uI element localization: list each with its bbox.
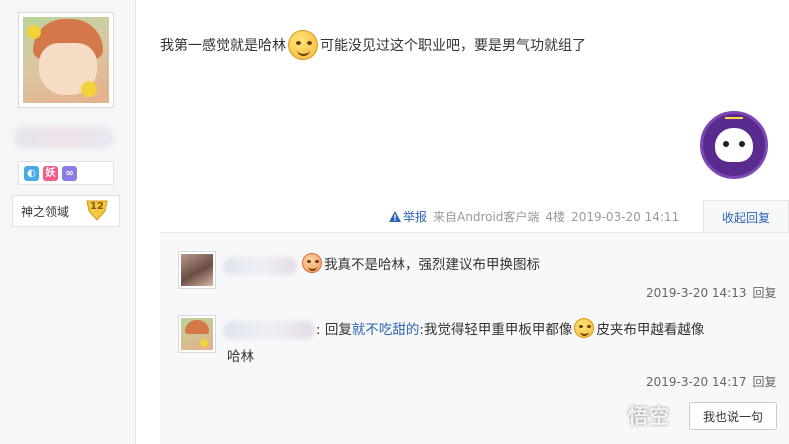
baymax-icon	[715, 128, 753, 162]
chain-badge-icon[interactable]: ∞	[62, 165, 77, 181]
reply-2-content: : 回复 就不吃甜的 :我觉得轻甲重甲板甲都像 皮夹布甲越看越像	[316, 318, 704, 338]
post-text-part1: 我第一感觉就是哈林	[160, 38, 286, 54]
level-badge: 12	[85, 199, 109, 221]
collapse-replies-button[interactable]: 收起回复	[703, 200, 789, 233]
post-text-part2: 可能没见过这个职业吧，要是男气功就组了	[320, 38, 586, 54]
report-label: 举报	[403, 210, 428, 224]
write-reply-button[interactable]: 我也说一句	[689, 402, 777, 430]
signature-stamp	[700, 111, 768, 179]
report-link[interactable]: 举报	[389, 208, 427, 225]
reply-1-reply-button[interactable]: 回复	[753, 286, 777, 300]
reply-2-time: 2019-3-20 14:17	[646, 375, 747, 389]
author-realm[interactable]: 神之领域 12	[12, 195, 120, 227]
reply-2-content-wrap: 哈林	[227, 345, 254, 365]
reply-avatar[interactable]	[178, 315, 216, 353]
post-content: 我第一感觉就是哈林 可能没见过这个职业吧，要是男气功就组了	[160, 30, 586, 60]
reply-1-time: 2019-3-20 14:13	[646, 286, 747, 300]
demon-badge-icon[interactable]: 妖	[43, 165, 58, 181]
smile-emoji-icon	[288, 30, 318, 60]
reply-2-reply-button[interactable]: 回复	[753, 375, 777, 389]
reply-2-meta: 2019-3-20 14:17 回复	[646, 373, 777, 390]
scale-icon	[725, 117, 743, 125]
reply-target-user-link[interactable]: 就不吃甜的	[352, 318, 420, 338]
watermark-text: 悟空	[628, 404, 670, 428]
warning-icon	[389, 211, 401, 222]
droplet-badge-icon[interactable]: ◐	[24, 165, 39, 181]
reply-1-content: 我真不是哈林，强烈建议布甲换图标	[300, 253, 540, 273]
reply-avatar[interactable]	[178, 251, 216, 289]
post-floor: 4楼	[545, 210, 566, 224]
reply-2-text-part2: 皮夹布甲越看越像	[596, 322, 705, 338]
reply-username-blurred[interactable]	[223, 321, 315, 339]
reply-username-blurred[interactable]	[223, 257, 297, 275]
post-meta: 举报 来自Android客户端 4楼 2019-03-20 14:11	[389, 208, 679, 225]
author-name-blurred[interactable]	[14, 126, 114, 148]
reply-2-text-wrap: 哈林	[227, 349, 254, 365]
post-timestamp: 2019-03-20 14:11	[571, 209, 680, 224]
reply-2-text-part1: :我觉得轻甲重甲板甲都像	[419, 322, 573, 338]
author-avatar[interactable]	[18, 12, 114, 108]
reply-1-meta: 2019-3-20 14:13 回复	[646, 284, 777, 301]
post-source: 来自Android客户端	[433, 210, 540, 224]
realm-label: 神之领域	[21, 204, 70, 219]
reply-2-prefix: : 回复	[316, 322, 352, 338]
level-number: 12	[90, 201, 104, 212]
reply-1-text: 我真不是哈林，强烈建议布甲换图标	[324, 257, 540, 273]
author-badges: ◐ 妖 ∞	[18, 161, 114, 185]
smile-emoji-icon	[574, 318, 595, 338]
angry-emoji-icon	[302, 253, 322, 273]
avatar-image	[23, 17, 109, 103]
author-panel: ◐ 妖 ∞ 神之领域 12	[0, 0, 136, 444]
